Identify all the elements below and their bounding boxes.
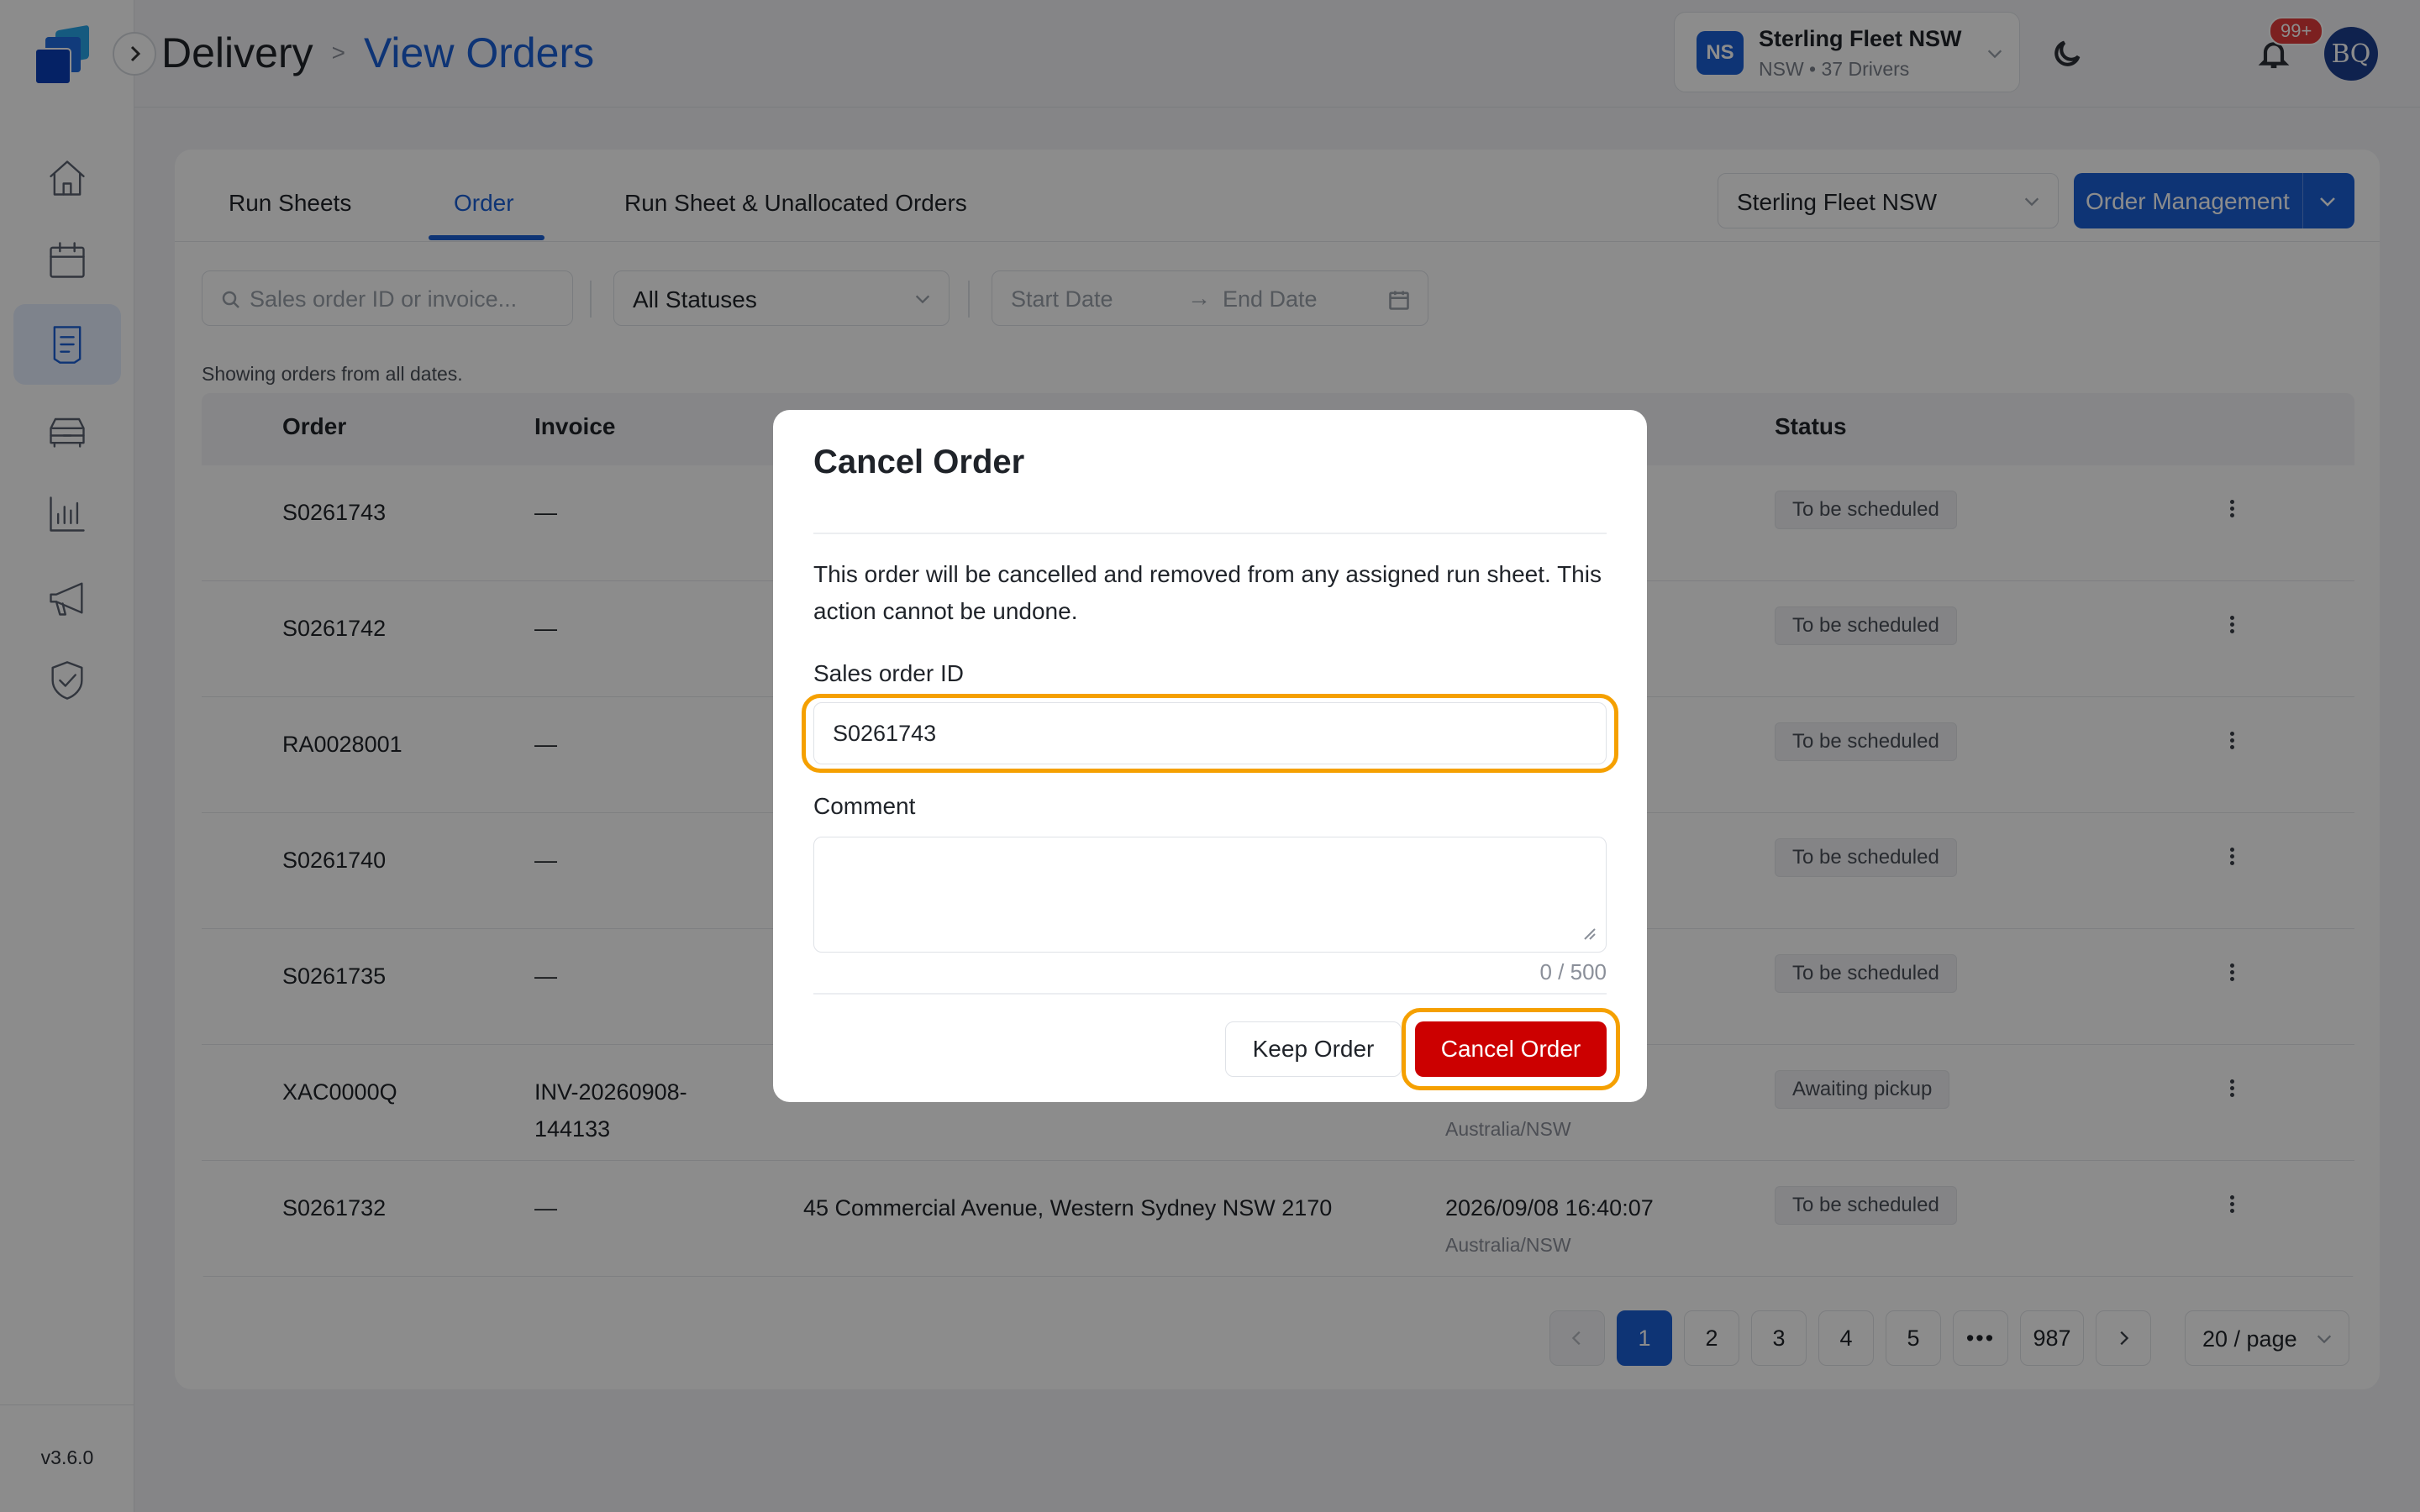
comment-textarea[interactable]: [813, 837, 1607, 953]
modal-divider: [813, 533, 1607, 534]
modal-footer-divider: [813, 993, 1607, 995]
cancel-order-button[interactable]: Cancel Order: [1415, 1021, 1607, 1077]
comment-char-count: 0 / 500: [1539, 959, 1607, 984]
resize-handle-icon[interactable]: [1580, 924, 1597, 941]
comment-label: Comment: [813, 793, 916, 819]
modal-description: This order will be cancelled and removed…: [813, 561, 1602, 624]
cancel-order-modal: Cancel Order This order will be cancelle…: [773, 410, 1647, 1102]
keep-order-button[interactable]: Keep Order: [1225, 1021, 1402, 1077]
sales-order-id-input[interactable]: [813, 702, 1607, 764]
modal-title: Cancel Order: [813, 444, 1025, 480]
sales-order-id-label: Sales order ID: [813, 660, 964, 686]
